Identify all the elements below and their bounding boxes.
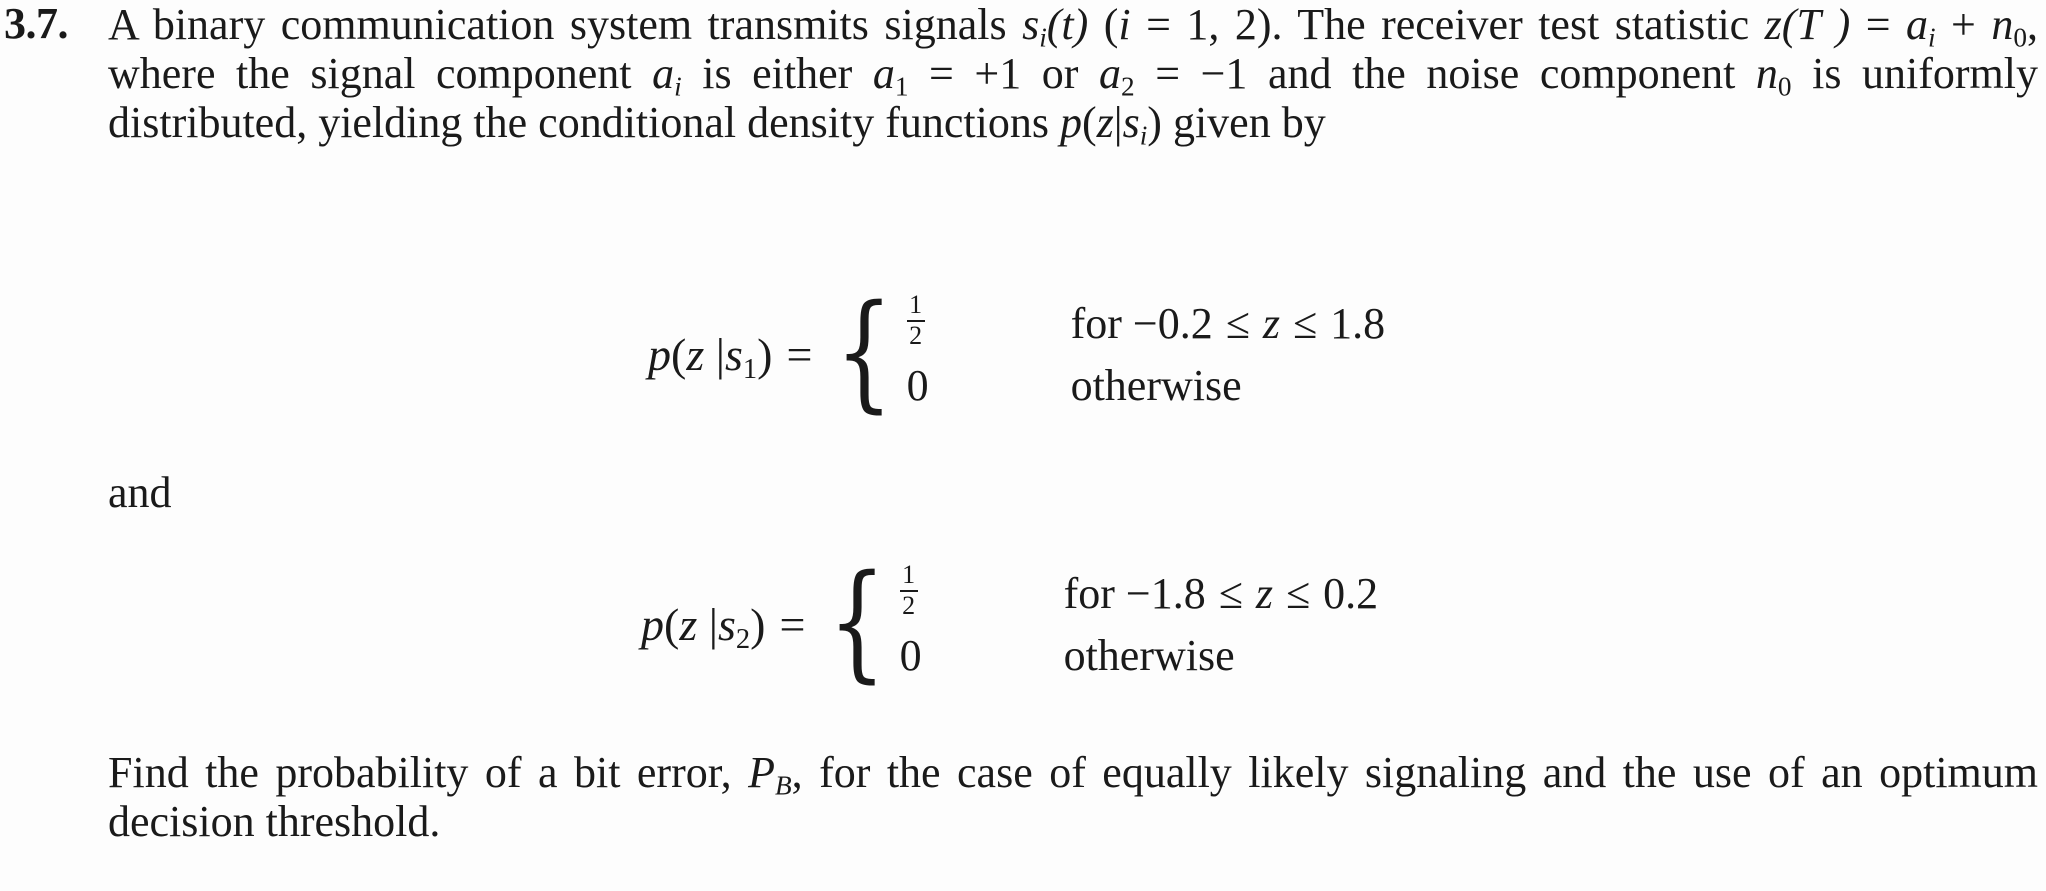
bit-error-probability-P: P <box>748 748 775 797</box>
density-function-p: p <box>1059 98 1082 147</box>
eq2-case1-condition: for −1.8 ≤ z ≤ 0.2 <box>1064 568 1379 619</box>
eq1-case-row-2: 0 otherwise <box>907 354 1386 416</box>
eq1-le-1: ≤ <box>1225 298 1250 348</box>
eq2-case-row-2: 0 otherwise <box>900 624 1379 686</box>
fraction-numerator-2: 1 <box>902 560 916 590</box>
document-page: 3.7. A binary communication system trans… <box>0 0 2046 891</box>
eq1-cond-upper: 1.8 <box>1319 298 1386 348</box>
intro-text-1: A binary communication system transmits … <box>108 0 1023 49</box>
eq1-case1-value: 1 2 <box>906 290 953 351</box>
density-paren-close: ) <box>1147 98 1162 147</box>
equation1-lhs: p(z |s1) <box>648 328 782 385</box>
eq1-case-row-1: 1 2 for −0.2 ≤ z ≤ 1.8 <box>906 290 1386 354</box>
eq1-equals-sign: = <box>786 328 813 380</box>
amplitude-a2: a <box>1099 49 1122 98</box>
eq2-s-subscript: 2 <box>735 623 751 655</box>
index-values: = 1, 2 <box>1130 0 1257 49</box>
eq2-paren-close: ) <box>750 598 766 650</box>
tail-text-2: , for the case of equally likely signali… <box>791 748 1677 797</box>
eq1-case-brace: { <box>835 277 894 425</box>
eq1-cond-for: for −0.2 <box>1070 298 1224 348</box>
one-half-fraction: 1 2 <box>906 290 925 350</box>
problem-number: 3.7. <box>4 0 69 48</box>
eq1-paren-close: ) <box>757 328 773 380</box>
eq1-le-2: ≤ <box>1292 298 1318 348</box>
eq1-case1-condition: for −0.2 ≤ z ≤ 1.8 <box>1071 298 1386 349</box>
eq2-z: z <box>679 598 709 650</box>
eq2-le-1: ≤ <box>1218 568 1243 618</box>
eq2-cond-upper: 0.2 <box>1312 568 1379 618</box>
connector-and: and <box>108 468 172 517</box>
noise-n0: n <box>1755 49 1778 98</box>
eq2-paren-open: ( <box>664 598 680 650</box>
intro-text-3: statistic <box>1614 0 1765 49</box>
eq2-case2-condition: otherwise <box>1063 630 1235 680</box>
equation2-lhs: p(z |s2) <box>641 598 775 655</box>
problem-question-paragraph: Find the probability of a bit error, PB,… <box>108 748 2038 846</box>
fraction-numerator: 1 <box>909 290 923 320</box>
density-signal-s: s <box>1122 98 1140 147</box>
signal-argument-t: (t) <box>1046 0 1089 49</box>
eq1-conditional-bar: | <box>715 328 725 380</box>
eq2-le-2: ≤ <box>1285 568 1311 618</box>
amplitude-a1: a <box>872 49 895 98</box>
signal-component-a: a <box>1906 0 1929 49</box>
signal-component-a-2: a <box>652 49 675 98</box>
eq1-z: z <box>686 328 716 380</box>
equation-density-s1: p(z |s1) = { 1 2 for −0.2 ≤ z ≤ 1.8 0 ot… <box>648 277 1386 425</box>
noise-n0-subscript: 0 <box>1777 71 1792 102</box>
problem-statement-paragraph: A binary communication system transmits … <box>108 0 2038 149</box>
eq2-case1-value: 1 2 <box>899 560 946 621</box>
eq2-case-row-1: 1 2 for −1.8 ≤ z ≤ 0.2 <box>899 560 1379 624</box>
tail-text-1: Find the probability of a bit error, <box>108 748 749 797</box>
eq1-cond-z: z <box>1251 298 1291 348</box>
one-half-fraction-2: 1 2 <box>899 560 918 620</box>
eq2-s: s <box>717 598 736 650</box>
eq2-cond-z: z <box>1244 568 1284 618</box>
signal-symbol-s: s <box>1022 0 1040 49</box>
plus-sign: + <box>1935 0 1992 49</box>
test-statistic-z: z <box>1764 0 1782 49</box>
eq2-conditional-bar: | <box>708 598 718 650</box>
eq2-cases: 1 2 for −1.8 ≤ z ≤ 0.2 0 otherwise <box>894 560 1379 686</box>
eq2-case-brace: { <box>828 547 887 695</box>
equation-density-s2: p(z |s2) = { 1 2 for −1.8 ≤ z ≤ 0.2 0 ot… <box>641 547 1379 695</box>
intro-text-9: functions <box>885 98 1060 147</box>
intro-text-10: given by <box>1161 98 1326 147</box>
eq1-case2-value: 0 <box>906 360 929 410</box>
equals-sign-1: = <box>1850 0 1907 49</box>
intro-text-7: the noise component <box>1352 49 1756 98</box>
eq2-case2-value: 0 <box>899 630 922 680</box>
eq1-paren-open: ( <box>671 328 687 380</box>
intro-text-2: ). The receiver test <box>1256 0 1600 49</box>
eq1-s: s <box>724 328 743 380</box>
eq1-p: p <box>648 328 671 380</box>
eq1-s-subscript: 1 <box>742 353 758 385</box>
eq2-equals-sign: = <box>779 598 806 650</box>
density-paren-open: ( <box>1081 98 1097 147</box>
test-statistic-argument-T: (T ) <box>1781 0 1851 49</box>
eq2-cond-for: for −1.8 <box>1063 568 1217 618</box>
noise-component-n: n <box>1991 0 2014 49</box>
eq1-case2-condition: otherwise <box>1070 360 1242 410</box>
index-paren-open: ( <box>1103 0 1119 49</box>
amplitude-a2-value: = −1 <box>1134 49 1248 98</box>
eq2-p: p <box>641 598 664 650</box>
fraction-denominator-2: 2 <box>902 591 916 620</box>
amplitude-a1-value: = +1 <box>908 49 1022 98</box>
density-variable-z: z <box>1096 98 1114 147</box>
conditional-bar: | <box>1113 98 1123 147</box>
eq1-cases: 1 2 for −0.2 ≤ z ≤ 1.8 0 otherwise <box>901 290 1386 416</box>
intro-text-5: is either <box>681 49 873 98</box>
index-variable-i: i <box>1118 0 1131 49</box>
fraction-denominator: 2 <box>909 321 923 350</box>
bit-error-probability-subscript-B: B <box>774 770 792 801</box>
intro-text-6: and <box>1247 49 1332 98</box>
or-text: or <box>1021 49 1100 98</box>
